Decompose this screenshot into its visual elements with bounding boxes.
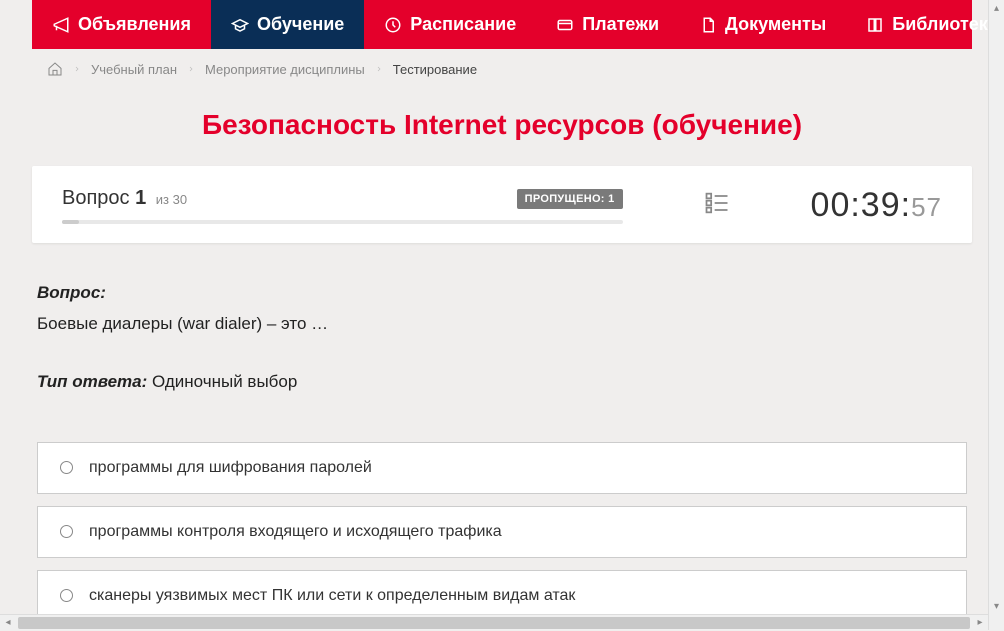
nav-label: Документы [725, 14, 826, 35]
scroll-up-arrow-icon[interactable]: ▴ [989, 0, 1004, 16]
card-icon [556, 16, 574, 34]
nav-schedule[interactable]: Расписание [364, 0, 536, 49]
book-icon [866, 16, 884, 34]
option-text: сканеры уязвимых мест ПК или сети к опре… [89, 587, 575, 605]
vertical-scrollbar[interactable]: ▴ ▾ [988, 0, 1004, 630]
answer-option[interactable]: программы контроля входящего и исходящег… [37, 506, 967, 558]
question-label-word: Вопрос [62, 187, 130, 209]
nav-label: Библиотека [892, 14, 998, 35]
home-icon[interactable] [47, 61, 63, 77]
breadcrumb-link[interactable]: Учебный план [91, 62, 177, 77]
chevron-right-icon [375, 63, 383, 75]
scroll-thumb[interactable] [18, 617, 970, 629]
skipped-badge: ПРОПУЩЕНО: 1 [517, 189, 623, 209]
nav-announcements[interactable]: Объявления [32, 0, 211, 49]
option-text: программы контроля входящего и исходящег… [89, 523, 502, 541]
answer-option[interactable]: программы для шифрования паролей [37, 442, 967, 494]
question-area: Вопрос: Боевые диалеры (war dialer) – эт… [32, 283, 972, 622]
radio-icon [60, 525, 73, 538]
nav-payments[interactable]: Платежи [536, 0, 679, 49]
option-text: программы для шифрования паролей [89, 459, 372, 477]
nav-label: Расписание [410, 14, 516, 35]
nav-label: Обучение [257, 14, 344, 35]
question-total: из 30 [156, 192, 187, 207]
page-title: Безопасность Internet ресурсов (обучение… [17, 89, 987, 166]
progress-fill [62, 220, 79, 224]
nav-documents[interactable]: Документы [679, 0, 846, 49]
clock-icon [384, 16, 402, 34]
question-heading-label: Вопрос: [37, 283, 967, 303]
chevron-right-icon [73, 63, 81, 75]
horizontal-scrollbar[interactable]: ◂ ▸ [0, 614, 988, 630]
nav-label: Платежи [582, 14, 659, 35]
radio-icon [60, 589, 73, 602]
breadcrumb-link[interactable]: Мероприятие дисциплины [205, 62, 365, 77]
nav-library[interactable]: Библиотека [846, 0, 1004, 49]
chevron-right-icon [187, 63, 195, 75]
question-info-bar: Вопрос 1 из 30 ПРОПУЩЕНО: 1 00 [32, 166, 972, 243]
scroll-down-arrow-icon[interactable]: ▾ [989, 598, 1004, 614]
main-nav: Объявления Обучение Расписание Платежи [32, 0, 972, 49]
progress-bar [62, 220, 623, 224]
scroll-left-arrow-icon[interactable]: ◂ [0, 615, 16, 631]
breadcrumb: Учебный план Мероприятие дисциплины Тест… [17, 49, 987, 89]
options-list: программы для шифрования паролей програм… [37, 442, 967, 622]
scroll-right-arrow-icon[interactable]: ▸ [972, 615, 988, 631]
question-number: Вопрос 1 из 30 [62, 187, 187, 210]
question-current-number: 1 [135, 187, 146, 209]
breadcrumb-current: Тестирование [393, 62, 477, 77]
timer-seconds: 57 [911, 192, 942, 222]
answer-type: Тип ответа: Одиночный выбор [37, 372, 967, 392]
timer-main: 00:39: [811, 186, 912, 224]
question-list-icon[interactable] [703, 189, 731, 222]
answer-type-value: Одиночный выбор [152, 372, 297, 391]
radio-icon [60, 461, 73, 474]
megaphone-icon [52, 16, 70, 34]
question-text: Боевые диалеры (war dialer) – это … [37, 311, 967, 337]
nav-label: Объявления [78, 14, 191, 35]
timer: 00:39:57 [811, 186, 942, 225]
answer-type-label: Тип ответа: [37, 372, 147, 391]
nav-learning[interactable]: Обучение [211, 0, 364, 49]
document-icon [699, 16, 717, 34]
graduation-icon [231, 16, 249, 34]
